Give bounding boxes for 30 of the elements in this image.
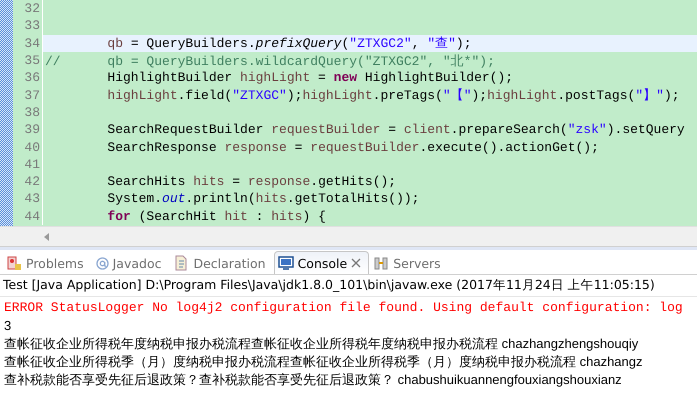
close-icon[interactable] [351, 258, 362, 268]
code-line: // qb = QueryBuilders.wildcardQuery("ZTXGC2", "北*"); [45, 52, 495, 70]
view-tab[interactable]: Console [274, 251, 370, 274]
code-line: SearchRequestBuilder requestBuilder = client.prepareSearch("zsk").setQuery [107, 122, 685, 138]
monitor-icon [278, 255, 294, 271]
code-line: System.out.println(hits.getTotalHits()); [107, 191, 420, 206]
console-output-line: 3 [4, 317, 12, 335]
view-tab[interactable]: Problems [2, 251, 92, 274]
code-line: HighlightBuilder highLight = new HighlightBuilder(); [107, 70, 514, 86]
line-number: 34 [13, 34, 43, 52]
scroll-left-icon[interactable] [44, 232, 50, 240]
code-editor[interactable] [0, 0, 697, 227]
code-line: SearchHits hits = response.getHits(); [107, 174, 396, 190]
console-output-line: 查补税款能否享受先征后退政策？查补税款能否享受先征后退政策？ chabushuikuannengfouxiangshouxianz [4, 371, 623, 389]
console-output-line: 查帐征收企业所得税年度纳税申报办税流程查帐征收企业所得税年度纳税申报办税流程 chazhangzhengshouqiy [4, 335, 640, 353]
code-line: SearchResponse response = requestBuilder.execute().actionGet(); [107, 140, 599, 155]
view-tab[interactable]: Declaration [169, 251, 274, 274]
console-output-line: 查帐征收企业所得税季（月）度纳税申报办税流程查帐征收企业所得税季（月）度纳税申报办税流程 chazhangz [4, 353, 644, 371]
at-sign-icon [96, 256, 109, 270]
view-tab[interactable]: Javadoc [92, 251, 170, 274]
document-icon [173, 255, 190, 271]
warning-list-icon [6, 255, 22, 271]
code-line: highLight.field("ZTXGC");highLight.preTags("【");highLight.postTags("】"); [107, 87, 680, 104]
servers-icon [373, 255, 390, 271]
view-tab[interactable]: Servers [369, 251, 449, 274]
console-header: Test [Java Application] D:\Program Files\Java\jdk1.8.0_101\bin\javaw.exe (2017年11月24日 上午11:05:15) [0, 275, 697, 297]
code-line: qb = QueryBuilders.prefixQuery("ZTXGC2", "查"); [107, 35, 472, 52]
horizontal-scrollbar[interactable] [0, 227, 697, 247]
code-line: for (SearchHit hit : hits) { [107, 208, 326, 224]
error-message: ERROR StatusLogger No log4j2 configuration file found. Using default configuration: log [4, 299, 684, 317]
